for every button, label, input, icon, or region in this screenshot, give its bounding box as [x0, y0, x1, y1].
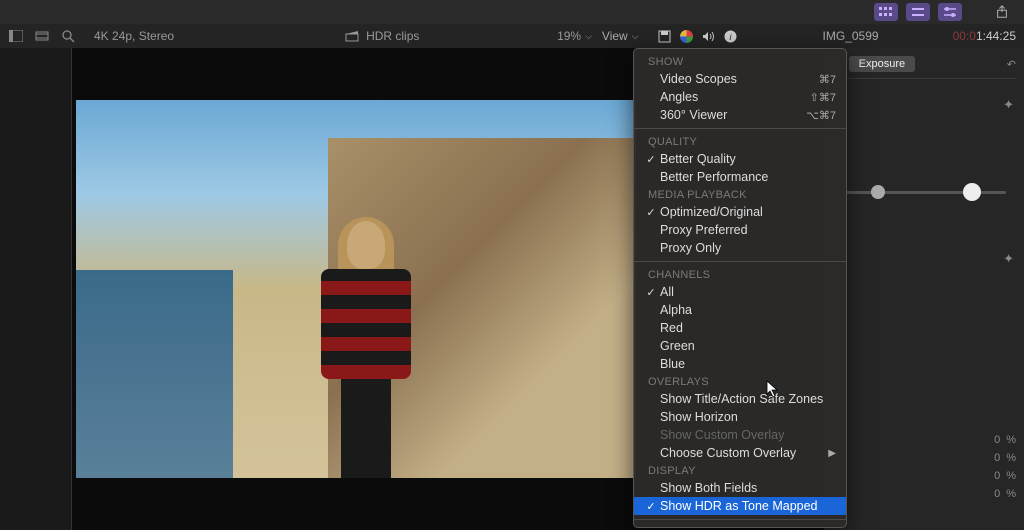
- menu-header-range: RANGE CHECK (Rec. 2020 HLG): [634, 524, 846, 528]
- menu-item-optimized[interactable]: ✓Optimized/Original: [634, 203, 846, 221]
- top-toolbar: [0, 0, 1024, 24]
- layout-list-button[interactable]: [906, 3, 930, 21]
- menu-item-safe-zones[interactable]: Show Title/Action Safe Zones: [634, 390, 846, 408]
- inspector-tabs: ‹ Exposure ↶: [833, 56, 1016, 79]
- inspector-panel: ‹ Exposure ↶ ✦ ✦ 0% 0% 0% 0%: [824, 48, 1024, 530]
- chevron-down-icon[interactable]: ⌵: [585, 31, 592, 42]
- param-row: 0%: [833, 467, 1016, 485]
- menu-header-quality: QUALITY: [634, 133, 846, 150]
- format-label: 4K 24p, Stereo: [94, 29, 174, 43]
- param-row: 0%: [833, 485, 1016, 503]
- color-wheel-icon[interactable]: [679, 28, 695, 44]
- adjustments-button[interactable]: [938, 3, 962, 21]
- slider-knob-shadows[interactable]: [871, 185, 885, 199]
- zoom-percent[interactable]: 19%: [557, 29, 581, 43]
- undo-icon[interactable]: ↶: [1007, 58, 1016, 71]
- menu-item-red[interactable]: Red: [634, 319, 846, 337]
- menu-header-overlays: OVERLAYS: [634, 373, 846, 390]
- tab-exposure[interactable]: Exposure: [849, 56, 915, 72]
- menu-item-angles[interactable]: Angles⇧⌘7: [634, 88, 846, 106]
- view-label: View: [602, 29, 628, 43]
- sidebar-toggle-icon[interactable]: [8, 28, 24, 44]
- clapperboard-icon: [344, 28, 360, 44]
- highlight-icon: ✦: [1003, 97, 1014, 113]
- view-dropdown-menu: SHOW Video Scopes⌘7 Angles⇧⌘7 360° Viewe…: [633, 48, 847, 528]
- menu-item-video-scopes[interactable]: Video Scopes⌘7: [634, 70, 846, 88]
- menu-item-proxy-preferred[interactable]: Proxy Preferred: [634, 221, 846, 239]
- slider-track[interactable]: [843, 191, 1006, 194]
- volume-icon[interactable]: [701, 28, 717, 44]
- menu-item-better-quality[interactable]: ✓Better Quality: [634, 150, 846, 168]
- menu-item-hdr-tonemapped[interactable]: ✓Show HDR as Tone Mapped: [634, 497, 846, 515]
- chevron-down-icon: ⌵: [632, 31, 639, 42]
- timecode: 00:01:44:25: [953, 29, 1016, 43]
- info-bar: 4K 24p, Stereo HDR clips 19% ⌵ View ⌵ i …: [0, 24, 1024, 48]
- viewer-frame: [76, 100, 636, 478]
- menu-item-proxy-only[interactable]: Proxy Only: [634, 239, 846, 257]
- menu-item-blue[interactable]: Blue: [634, 355, 846, 373]
- info-icon[interactable]: i: [723, 28, 739, 44]
- clip-title: IMG_0599: [823, 29, 879, 43]
- left-gutter: [0, 48, 72, 530]
- view-menu-button[interactable]: View ⌵: [596, 27, 645, 45]
- menu-header-display: DISPLAY: [634, 462, 846, 479]
- menu-item-choose-custom-overlay[interactable]: Choose Custom Overlay▶: [634, 444, 846, 462]
- share-button[interactable]: [990, 3, 1014, 21]
- save-icon[interactable]: [657, 28, 673, 44]
- menu-header-media: MEDIA PLAYBACK: [634, 186, 846, 203]
- menu-item-better-performance[interactable]: Better Performance: [634, 168, 846, 186]
- menu-item-show-custom-overlay: Show Custom Overlay: [634, 426, 846, 444]
- exposure-slider-area: ✦ ✦: [833, 91, 1016, 291]
- menu-item-alpha[interactable]: Alpha: [634, 301, 846, 319]
- clip-name: HDR clips: [366, 29, 419, 43]
- menu-item-360-viewer[interactable]: 360° Viewer⌥⌘7: [634, 106, 846, 124]
- layout-grid-button[interactable]: [874, 3, 898, 21]
- cursor-icon: [766, 380, 780, 401]
- slider-knob-highlights[interactable]: [963, 183, 981, 201]
- menu-item-all[interactable]: ✓All: [634, 283, 846, 301]
- menu-header-channels: CHANNELS: [634, 266, 846, 283]
- menu-item-both-fields[interactable]: Show Both Fields: [634, 479, 846, 497]
- search-icon[interactable]: [60, 28, 76, 44]
- menu-item-horizon[interactable]: Show Horizon: [634, 408, 846, 426]
- menu-header-show: SHOW: [634, 53, 846, 70]
- filmstrip-icon[interactable]: [34, 28, 50, 44]
- param-row: 0%: [833, 449, 1016, 467]
- menu-item-green[interactable]: Green: [634, 337, 846, 355]
- shadow-icon: ✦: [1003, 251, 1014, 267]
- param-list: 0% 0% 0% 0%: [833, 431, 1016, 503]
- main-area: ‹ Exposure ↶ ✦ ✦ 0% 0% 0% 0%: [0, 48, 1024, 530]
- param-row: 0%: [833, 431, 1016, 449]
